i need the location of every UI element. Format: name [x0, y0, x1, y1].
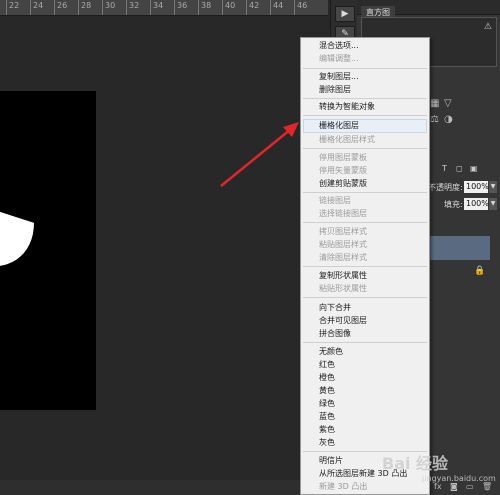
- menu-separator: [303, 342, 427, 343]
- horizontal-ruler: 22 24 26 28 30 32 34 36 38 40 42 44 46: [0, 0, 328, 16]
- menu-item[interactable]: 混合选项...: [319, 41, 359, 51]
- menu-item[interactable]: 橙色: [319, 373, 335, 383]
- ruler-tick: 34: [150, 0, 163, 15]
- menu-item: 粘贴图层样式: [319, 240, 367, 249]
- menu-item[interactable]: 复制形状属性: [319, 271, 367, 281]
- opacity-label: 不透明度:: [428, 183, 463, 192]
- ruler-tick: 36: [174, 0, 187, 15]
- document-canvas[interactable]: [0, 91, 96, 410]
- menu-item: 拷贝图层样式: [319, 227, 367, 236]
- trash-icon[interactable]: 🗑: [482, 482, 492, 491]
- menu-separator: [303, 192, 427, 193]
- menu-separator: [303, 115, 427, 116]
- menu-item[interactable]: 无颜色: [319, 347, 343, 357]
- ruler-tick: 30: [102, 0, 115, 15]
- menu-item-rasterize-layer[interactable]: 栅格化图层: [319, 121, 359, 131]
- ruler-tick: 40: [222, 0, 235, 15]
- selected-layer-row[interactable]: [428, 236, 490, 260]
- ruler-tick: 26: [54, 0, 67, 15]
- menu-item[interactable]: 转换为智能对象: [319, 102, 375, 112]
- menu-separator: [303, 222, 427, 223]
- lock-icon: 🔒: [474, 266, 486, 276]
- document-status-bar: [0, 480, 328, 495]
- menu-item[interactable]: 创建剪贴蒙版: [319, 179, 367, 189]
- menu-item[interactable]: 灰色: [319, 438, 335, 448]
- watermark-text: Bai 经验: [382, 454, 449, 473]
- opacity-field[interactable]: 100%: [464, 181, 489, 193]
- menu-separator: [303, 68, 427, 69]
- chevron-down-icon[interactable]: ▼: [489, 181, 497, 193]
- menu-item[interactable]: 拼合图像: [319, 329, 351, 339]
- ruler-tick: 24: [30, 0, 43, 15]
- menu-separator: [303, 266, 427, 267]
- menu-item: 粘贴形状属性: [319, 284, 367, 293]
- menu-item[interactable]: 绿色: [319, 399, 335, 409]
- arrow-shaft: [220, 128, 292, 187]
- mixer-icon[interactable]: ◑: [444, 114, 453, 125]
- play-icon[interactable]: ▶: [335, 6, 355, 22]
- fx-icon[interactable]: fx: [434, 482, 442, 491]
- levels-icon[interactable]: ▦: [430, 98, 439, 109]
- menu-item: 停用矢量蒙版: [319, 166, 367, 175]
- menu-item[interactable]: 蓝色: [319, 412, 335, 422]
- watermark-url: jingyan.baidu.com: [422, 474, 496, 483]
- menu-item: 编辑调整...: [319, 54, 359, 63]
- menu-item: 选择链接图层: [319, 209, 367, 218]
- menu-item: 新建 3D 凸出: [319, 482, 368, 491]
- color-balance-icon[interactable]: ⚖: [430, 114, 439, 125]
- layer-filter-row: T ◻ ▣: [428, 164, 498, 180]
- layers-bottom-toolbar: fx ◙ ▭ 🗑: [428, 482, 500, 495]
- menu-item[interactable]: 删除图层: [319, 85, 351, 95]
- ruler-tick: 42: [246, 0, 259, 15]
- menu-item[interactable]: 合并可见图层: [319, 316, 367, 326]
- white-shape[interactable]: [0, 189, 34, 283]
- menu-item[interactable]: 紫色: [319, 425, 335, 435]
- ruler-tick: 44: [270, 0, 283, 15]
- ruler-tick: 22: [6, 0, 19, 15]
- menu-item[interactable]: 黄色: [319, 386, 335, 396]
- ruler-tick: 28: [78, 0, 91, 15]
- menu-item: 链接图层: [319, 196, 351, 205]
- folder-icon[interactable]: ▭: [466, 482, 474, 491]
- chevron-down-icon[interactable]: ▼: [489, 198, 497, 210]
- baidu-watermark: Bai 经验 jingyan.baidu.com: [382, 450, 496, 483]
- warning-icon[interactable]: ⚠: [484, 22, 492, 32]
- panel-tabs: 直方图: [357, 0, 500, 20]
- fill-field[interactable]: 100%: [464, 198, 489, 210]
- adjustment-icons: ▦ ▽ ⚖ ◑: [428, 98, 488, 140]
- ruler-tick: 46: [294, 0, 307, 15]
- layer-context-menu: 混合选项... 编辑调整... 复制图层... 删除图层 转换为智能对象 栅格化…: [300, 37, 430, 495]
- menu-item[interactable]: 明信片: [319, 456, 343, 466]
- menu-item[interactable]: 向下合并: [319, 303, 351, 313]
- menu-separator: [303, 148, 427, 149]
- menu-separator: [303, 98, 427, 99]
- fill-label: 填充:: [444, 200, 463, 209]
- mask-icon[interactable]: ◙: [450, 482, 458, 491]
- menu-item[interactable]: 复制图层...: [319, 72, 359, 82]
- menu-item: 停用图层蒙板: [319, 153, 367, 162]
- smart-filter-icon[interactable]: ▣: [470, 164, 478, 173]
- shape-filter-icon[interactable]: ◻: [456, 164, 463, 173]
- menu-item[interactable]: 红色: [319, 360, 335, 370]
- type-filter-icon[interactable]: T: [442, 164, 447, 173]
- gradient-icon[interactable]: ▽: [444, 98, 452, 109]
- ruler-tick: 32: [126, 0, 139, 15]
- menu-item: 栅格化图层样式: [319, 135, 375, 144]
- ruler-tick: 38: [198, 0, 211, 15]
- menu-separator: [303, 297, 427, 298]
- arrow-head: [283, 122, 299, 137]
- menu-item: 清除图层样式: [319, 253, 367, 262]
